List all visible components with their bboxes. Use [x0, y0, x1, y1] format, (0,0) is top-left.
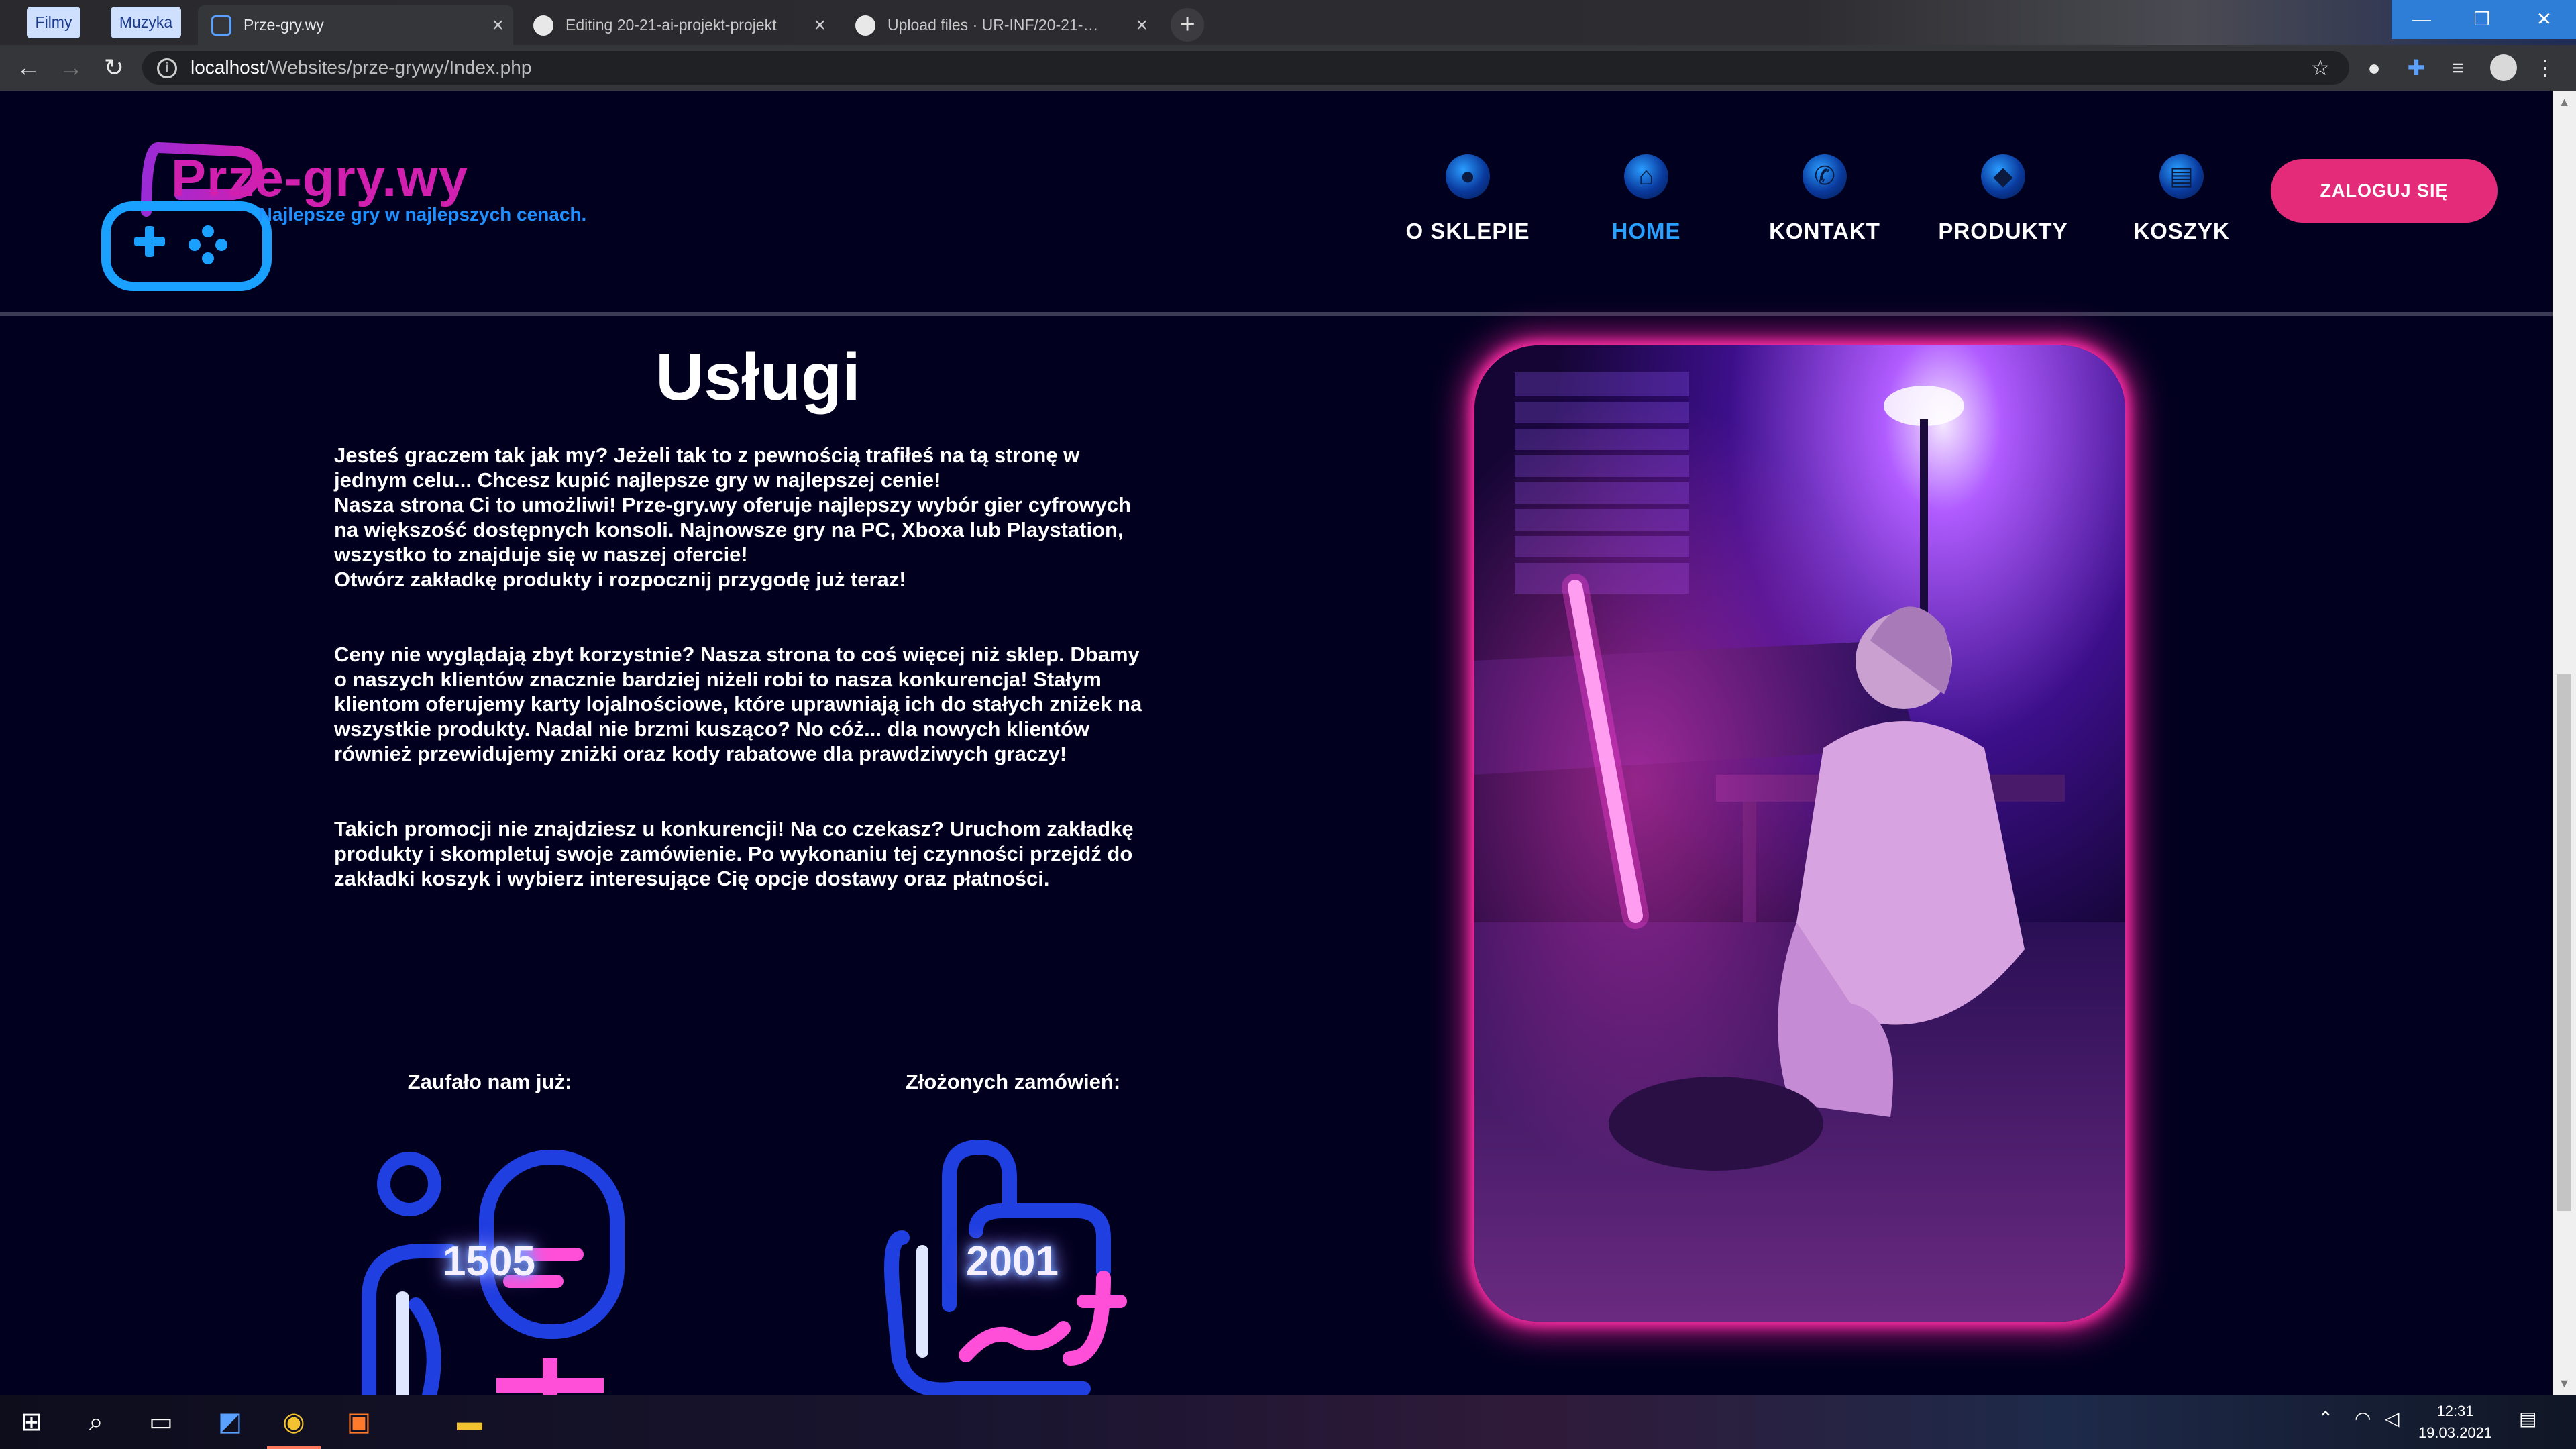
media-queue-icon[interactable]: ≡: [2442, 52, 2474, 84]
home-icon: ⌂: [1624, 154, 1668, 199]
reload-icon[interactable]: ↻: [99, 53, 129, 83]
services-paragraph: Jesteś graczem tak jak my? Jeżeli tak to…: [334, 443, 1132, 591]
profile-avatar[interactable]: [2490, 54, 2517, 81]
site-header: Prze-gry.wy Najlepsze gry w najlepszych …: [0, 91, 2553, 316]
windows-start-icon[interactable]: ⊞: [15, 1405, 48, 1439]
gamepad-icon: ◆: [1981, 154, 2025, 199]
services-paragraph: Ceny nie wyglądają zbyt korzystnie? Nasz…: [334, 643, 1142, 765]
site-info-icon[interactable]: i: [157, 58, 177, 78]
volume-icon[interactable]: ◁: [2385, 1407, 2400, 1430]
xampp-icon[interactable]: ▣: [342, 1405, 376, 1439]
scroll-up-arrow-icon[interactable]: ▲: [2553, 91, 2576, 114]
nav-cart-label: KOSZYK: [2133, 219, 2230, 244]
tab-close-icon[interactable]: ×: [492, 5, 504, 45]
tab-editing[interactable]: Editing 20-21-ai-projekt-projekt ×: [520, 5, 835, 45]
nav-home[interactable]: ⌂ HOME: [1566, 154, 1727, 255]
extension-circle-icon[interactable]: ●: [2358, 52, 2390, 84]
tab-upload-files[interactable]: Upload files · UR-INF/20-21-ai-p ×: [842, 5, 1157, 45]
browser-tabstrip: Filmy Muzyka Prze-gry.wy × Editing 20-21…: [0, 0, 2576, 45]
tab-title: Upload files · UR-INF/20-21-ai-p: [888, 16, 1102, 34]
chrome-icon[interactable]: ◉: [277, 1405, 311, 1439]
url-host: localhost: [191, 57, 265, 78]
notifications-icon[interactable]: ▤: [2519, 1407, 2536, 1430]
tab-close-icon[interactable]: ×: [1136, 5, 1148, 45]
services-text: Jesteś graczem tak jak my? Jeżeli tak to…: [334, 443, 1179, 941]
services-paragraph: Takich promocji nie znajdziesz u konkure…: [334, 817, 1134, 890]
cart-icon: ▤: [2159, 154, 2204, 199]
tab-close-icon[interactable]: ×: [814, 5, 826, 45]
search-icon[interactable]: ⌕: [79, 1405, 113, 1439]
github-favicon-icon: [855, 15, 875, 36]
web-page: Prze-gry.wy Najlepsze gry w najlepszych …: [0, 91, 2553, 1395]
nav-about[interactable]: ● O SKLEPIE: [1387, 154, 1548, 255]
address-bar[interactable]: i localhost/Websites/prze-grywy/Index.ph…: [142, 51, 2349, 85]
url-path: /Websites/prze-grywy/Index.php: [264, 57, 532, 78]
wifi-icon[interactable]: ◠: [2355, 1407, 2371, 1430]
nav-contact[interactable]: ✆ KONTAKT: [1744, 154, 1905, 255]
stat-customers-value: 1505: [443, 1238, 535, 1285]
tab-title: Prze-gry.wy: [244, 16, 324, 34]
hero-image: [1474, 345, 2125, 1322]
logo-tagline: Najlepsze gry w najlepszych cenach.: [258, 204, 587, 225]
tray-chevron-icon[interactable]: ⌃: [2318, 1407, 2333, 1430]
login-button[interactable]: ZALOGUJ SIĘ: [2271, 159, 2498, 223]
browser-toolbar: ← → ↻ i localhost/Websites/prze-grywy/In…: [0, 45, 2576, 91]
logo-title: Prze-gry.wy: [171, 148, 469, 207]
nav-products[interactable]: ◆ PRODUKTY: [1923, 154, 2084, 255]
nav-about-label: O SKLEPIE: [1405, 219, 1530, 244]
stat-orders-value: 2001: [966, 1238, 1059, 1285]
back-arrow-icon[interactable]: ←: [13, 53, 43, 83]
scrollbar-thumb[interactable]: [2557, 674, 2571, 1211]
gamer-photo: [1474, 345, 2125, 1322]
file-explorer-icon[interactable]: ▬: [453, 1405, 486, 1439]
active-app-indicator: [267, 1446, 321, 1449]
extensions-puzzle-icon[interactable]: ✚: [2400, 52, 2432, 84]
services-title: Usługi: [655, 339, 861, 415]
bookmark-filmy[interactable]: Filmy: [27, 7, 80, 38]
browser-menu-icon[interactable]: ⋮: [2529, 52, 2561, 84]
about-icon: ●: [1446, 154, 1490, 199]
scroll-down-arrow-icon[interactable]: ▼: [2553, 1372, 2576, 1395]
page-scrollbar[interactable]: ▲ ▼: [2553, 91, 2576, 1395]
stat-customers-caption: Zaufało nam już:: [407, 1070, 572, 1093]
bookmark-muzyka[interactable]: Muzyka: [111, 7, 181, 38]
nav-products-label: PRODUKTY: [1938, 219, 2068, 244]
nav-contact-label: KONTAKT: [1769, 219, 1880, 244]
nav-home-label: HOME: [1611, 219, 1681, 244]
windows-taskbar: ⊞ ⌕ ▭ ◩ ◉ ▣ ▬ ⌃ ◠ ◁ 12:31 19.03.2021 ▤: [0, 1395, 2576, 1449]
github-favicon-icon: [533, 15, 553, 36]
bookmark-star-icon[interactable]: ☆: [2304, 52, 2337, 84]
clock-time: 12:31: [2436, 1403, 2474, 1419]
stat-orders-caption: Złożonych zamówień:: [905, 1070, 1121, 1093]
gamepad-favicon-icon: [211, 15, 231, 36]
window-close-button[interactable]: ✕: [2512, 0, 2576, 39]
tab-title: Editing 20-21-ai-projekt-projekt: [566, 16, 777, 34]
window-minimize-button[interactable]: —: [2392, 0, 2452, 39]
new-tab-button[interactable]: +: [1171, 8, 1204, 42]
task-view-icon[interactable]: ▭: [144, 1405, 178, 1439]
phone-icon: ✆: [1803, 154, 1847, 199]
forward-arrow-icon[interactable]: →: [56, 53, 86, 83]
taskbar-app-icon[interactable]: ◩: [213, 1405, 247, 1439]
clock-date: 19.03.2021: [2418, 1424, 2493, 1441]
tab-prze-gry[interactable]: Prze-gry.wy ×: [198, 5, 513, 45]
window-restore-button[interactable]: ❐: [2452, 0, 2512, 39]
system-clock[interactable]: 12:31 19.03.2021: [2415, 1401, 2496, 1444]
nav-cart[interactable]: ▤ KOSZYK: [2101, 154, 2262, 255]
